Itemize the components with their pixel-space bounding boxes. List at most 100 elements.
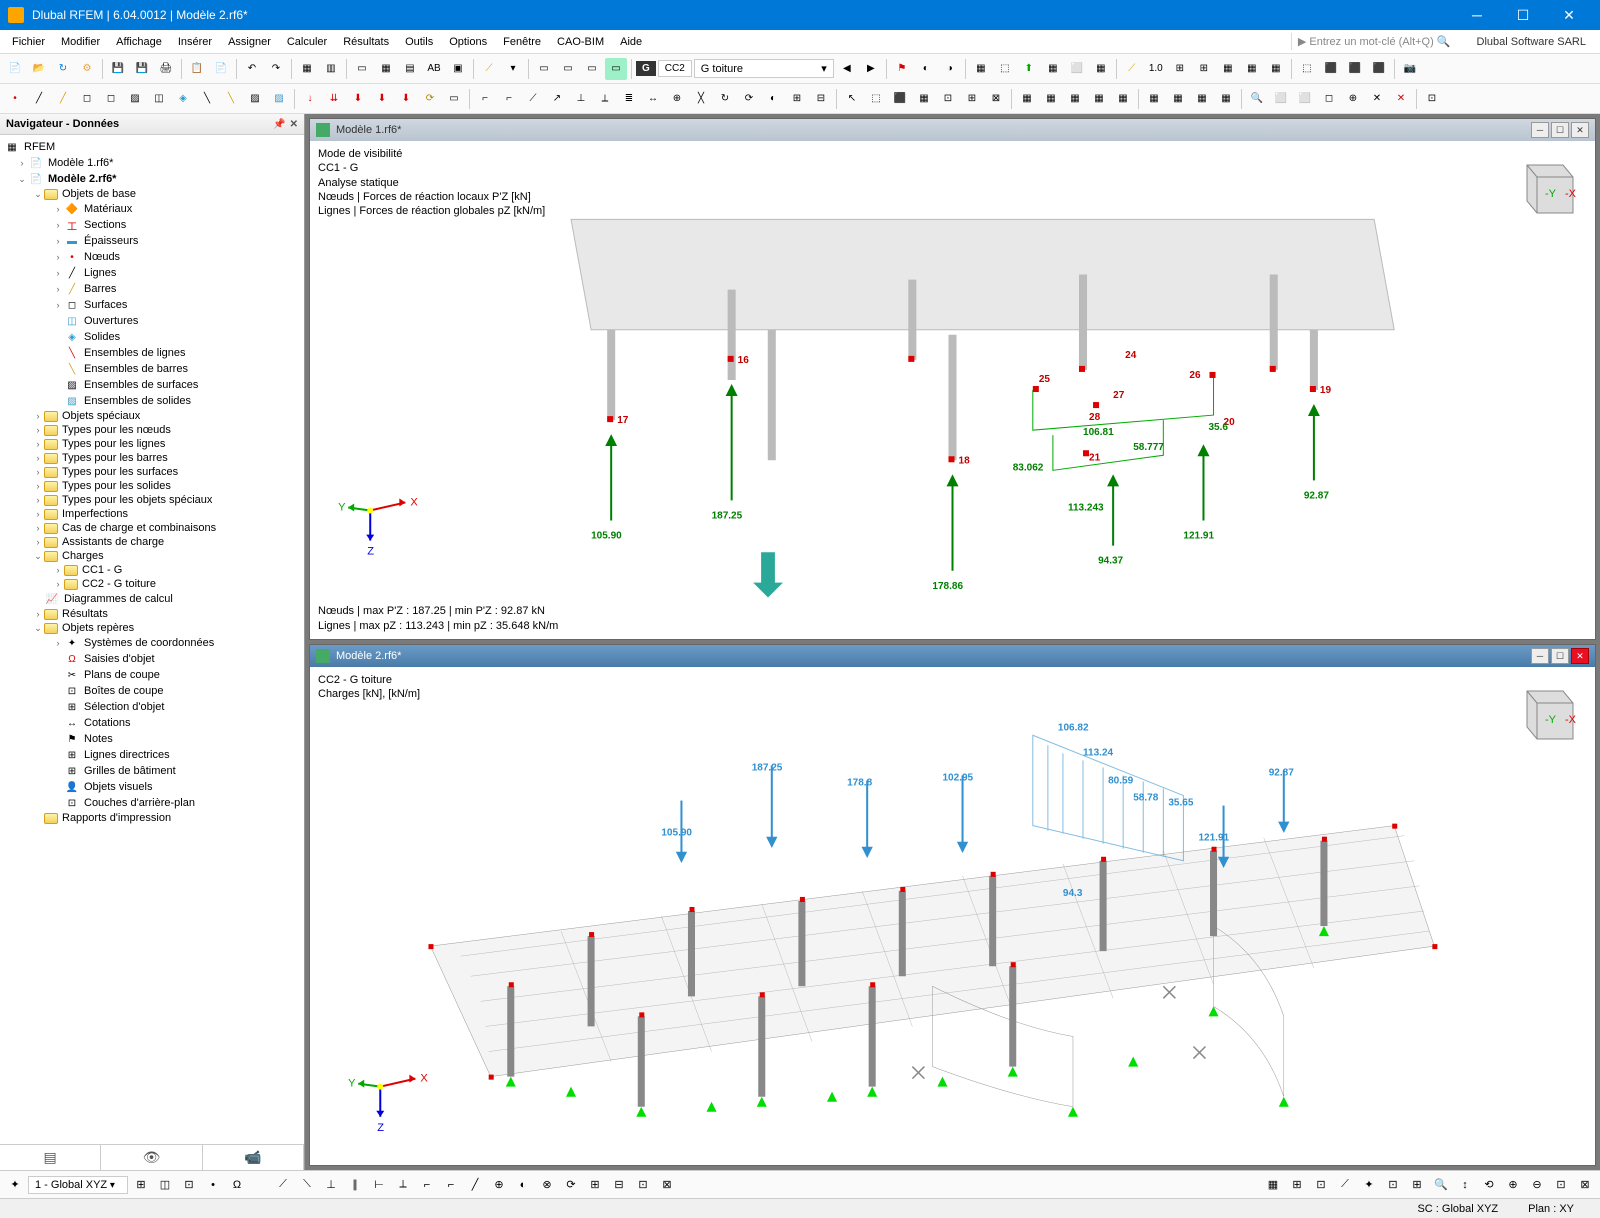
tb-r5[interactable]: ⬆ bbox=[1018, 58, 1040, 80]
tb2-s8[interactable]: ▨ bbox=[244, 88, 266, 110]
tree-tso[interactable]: ›Types pour les solides bbox=[2, 479, 302, 493]
tree-cot[interactable]: ↔Cotations bbox=[2, 715, 302, 731]
tb2-line[interactable]: ╱ bbox=[28, 88, 50, 110]
bb-s17[interactable]: ⊠ bbox=[656, 1174, 678, 1196]
bb-r10[interactable]: ⟲ bbox=[1478, 1174, 1500, 1196]
tree-grilles[interactable]: ⊞Grilles de bâtiment bbox=[2, 763, 302, 779]
tree-selobj[interactable]: ⊞Sélection d'objet bbox=[2, 699, 302, 715]
bb-s9[interactable]: ╱ bbox=[464, 1174, 486, 1196]
menu-options[interactable]: Options bbox=[441, 33, 495, 51]
bb-s10[interactable]: ⊕ bbox=[488, 1174, 510, 1196]
tree-couches[interactable]: ⊡Couches d'arrière-plan bbox=[2, 795, 302, 811]
tb-btn-5[interactable]: ▣ bbox=[447, 58, 469, 80]
tb-cam[interactable]: 📷 bbox=[1399, 58, 1421, 80]
menu-modifier[interactable]: Modifier bbox=[53, 33, 108, 51]
bb-r9[interactable]: ↕ bbox=[1454, 1174, 1476, 1196]
menu-inserer[interactable]: Insérer bbox=[170, 33, 220, 51]
tb2-a6[interactable]: ⟳ bbox=[419, 88, 441, 110]
tree-lignes[interactable]: ›╱Lignes bbox=[2, 265, 302, 281]
tb2-b11[interactable]: ↻ bbox=[714, 88, 736, 110]
tb-btn-8[interactable]: ▭ bbox=[533, 58, 555, 80]
paste-button[interactable]: 📄 bbox=[210, 58, 232, 80]
tb-next[interactable]: ▶ bbox=[860, 58, 882, 80]
bb-s8[interactable]: ⌐ bbox=[440, 1174, 462, 1196]
tb2-b15[interactable]: ⊟ bbox=[810, 88, 832, 110]
settings-button[interactable]: ⚙ bbox=[76, 58, 98, 80]
bb-s13[interactable]: ⟳ bbox=[560, 1174, 582, 1196]
bb-axes[interactable]: ✦ bbox=[4, 1174, 26, 1196]
bb-r8[interactable]: 🔍 bbox=[1430, 1174, 1452, 1196]
tree-model1[interactable]: ›📄Modèle 1.rf6* bbox=[2, 155, 302, 171]
tb2-f6[interactable]: ✕ bbox=[1390, 88, 1412, 110]
tree-solides[interactable]: ◈Solides bbox=[2, 329, 302, 345]
view-button[interactable]: ▥ bbox=[320, 58, 342, 80]
tb-select[interactable]: ⬚ bbox=[1296, 58, 1318, 80]
bb-r7[interactable]: ⊞ bbox=[1406, 1174, 1428, 1196]
menu-fichier[interactable]: Fichier bbox=[4, 33, 53, 51]
view2-titlebar[interactable]: Modèle 2.rf6* ─ ☐ ✕ bbox=[310, 645, 1595, 667]
bb-r2[interactable]: ⊞ bbox=[1286, 1174, 1308, 1196]
tb-btn-10[interactable]: ▭ bbox=[581, 58, 603, 80]
loadcase-code[interactable]: CC2 bbox=[658, 60, 692, 77]
tb-btn-2[interactable]: ▦ bbox=[375, 58, 397, 80]
tb-btn-6[interactable]: ⟋ bbox=[478, 58, 500, 80]
tb2-s9[interactable]: ▨ bbox=[268, 88, 290, 110]
tree-epaisseurs[interactable]: ›▬Épaisseurs bbox=[2, 233, 302, 249]
nav-close-icon[interactable]: ✕ bbox=[290, 119, 298, 130]
tb-btn-4[interactable]: AB bbox=[423, 58, 445, 80]
tb2-d5[interactable]: ▦ bbox=[1112, 88, 1134, 110]
tree-ens-surfaces[interactable]: ▨Ensembles de surfaces bbox=[2, 377, 302, 393]
tb-r10[interactable]: ⊞ bbox=[1169, 58, 1191, 80]
tb2-g1[interactable]: ⊡ bbox=[1421, 88, 1443, 110]
tb2-c7[interactable]: ⊠ bbox=[985, 88, 1007, 110]
tb2-b14[interactable]: ⊞ bbox=[786, 88, 808, 110]
tree-materiaux[interactable]: ›🔶Matériaux bbox=[2, 201, 302, 217]
tree-sys[interactable]: ›✦Systèmes de coordonnées bbox=[2, 635, 302, 651]
tb2-s2[interactable]: ◻ bbox=[100, 88, 122, 110]
tb2-b10[interactable]: ╳ bbox=[690, 88, 712, 110]
tb-r6[interactable]: ▦ bbox=[1042, 58, 1064, 80]
bb-coord-combo[interactable]: 1 - Global XYZ ▾ bbox=[28, 1176, 128, 1194]
tb-r13[interactable]: ▦ bbox=[1241, 58, 1263, 80]
tb2-b5[interactable]: ⊥ bbox=[570, 88, 592, 110]
menu-affichage[interactable]: Affichage bbox=[108, 33, 170, 51]
tb2-b3[interactable]: ⟋ bbox=[522, 88, 544, 110]
menu-assigner[interactable]: Assigner bbox=[220, 33, 279, 51]
tree-saisie[interactable]: ΩSaisies d'objet bbox=[2, 651, 302, 667]
tree-model2[interactable]: ⌄📄Modèle 2.rf6* bbox=[2, 171, 302, 187]
bb-r5[interactable]: ✦ bbox=[1358, 1174, 1380, 1196]
tb-cube[interactable]: ⬜ bbox=[1066, 58, 1088, 80]
tb2-b4[interactable]: ↗ bbox=[546, 88, 568, 110]
view2-max[interactable]: ☐ bbox=[1551, 648, 1569, 664]
bb-s12[interactable]: ⊗ bbox=[536, 1174, 558, 1196]
tb2-b2[interactable]: ⌐ bbox=[498, 88, 520, 110]
tree-imp[interactable]: ›Imperfections bbox=[2, 507, 302, 521]
tree-res[interactable]: ›Résultats bbox=[2, 607, 302, 621]
tb-cubes3[interactable]: ⬛ bbox=[1368, 58, 1390, 80]
tb2-b1[interactable]: ⌐ bbox=[474, 88, 496, 110]
tb2-e1[interactable]: ▦ bbox=[1143, 88, 1165, 110]
tree-notes[interactable]: ⚑Notes bbox=[2, 731, 302, 747]
tb-r11[interactable]: ⊞ bbox=[1193, 58, 1215, 80]
bb-s4[interactable]: ∥ bbox=[344, 1174, 366, 1196]
navigator-tree[interactable]: ▦RFEM ›📄Modèle 1.rf6* ⌄📄Modèle 2.rf6* ⌄O… bbox=[0, 135, 304, 1144]
tree-visuels[interactable]: 👤Objets visuels bbox=[2, 779, 302, 795]
bb-s2[interactable]: ⟍ bbox=[296, 1174, 318, 1196]
bb-r4[interactable]: ⟋ bbox=[1334, 1174, 1356, 1196]
nav-tab-cam[interactable]: 📹 bbox=[203, 1145, 304, 1170]
tb2-s7[interactable]: ╲ bbox=[220, 88, 242, 110]
tb2-c6[interactable]: ⊞ bbox=[961, 88, 983, 110]
tree-ldir[interactable]: ⊞Lignes directrices bbox=[2, 747, 302, 763]
tb2-b6[interactable]: ⟂ bbox=[594, 88, 616, 110]
tree-diag[interactable]: 📈Diagrammes de calcul bbox=[2, 591, 302, 607]
bb-s7[interactable]: ⌐ bbox=[416, 1174, 438, 1196]
tb-cubes[interactable]: ⬛ bbox=[1320, 58, 1342, 80]
tb2-s3[interactable]: ▨ bbox=[124, 88, 146, 110]
tb2-zoom[interactable]: 🔍 bbox=[1246, 88, 1268, 110]
tb2-b13[interactable]: ◐ bbox=[762, 88, 784, 110]
tb-r4[interactable]: ⬚ bbox=[994, 58, 1016, 80]
tree-surfaces[interactable]: ›◻Surfaces bbox=[2, 297, 302, 313]
print-button[interactable]: 🖨 bbox=[155, 58, 177, 80]
tree-ens-barres[interactable]: ╲Ensembles de barres bbox=[2, 361, 302, 377]
tb-r2[interactable]: ◑ bbox=[939, 58, 961, 80]
